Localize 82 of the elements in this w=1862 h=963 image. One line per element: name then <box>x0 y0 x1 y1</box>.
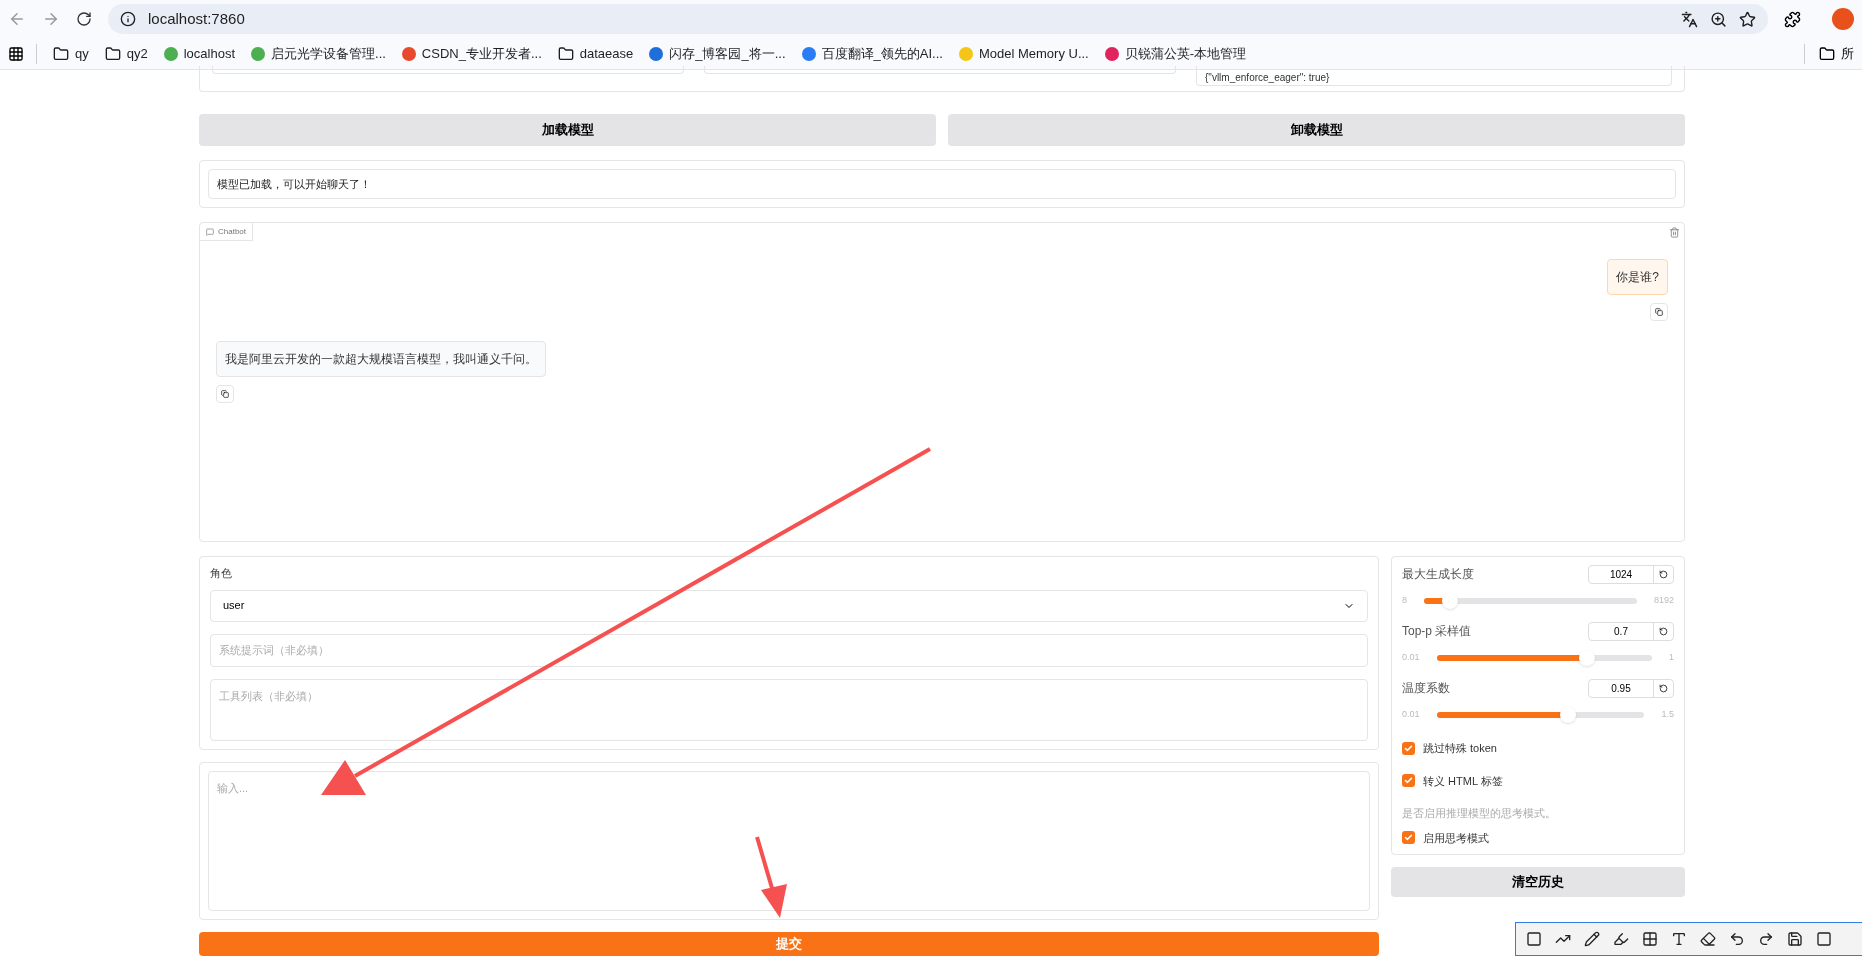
reset-icon <box>1659 570 1668 579</box>
folder-icon <box>53 45 69 62</box>
bookmark-item[interactable]: qy <box>45 43 97 64</box>
tools-field[interactable]: 工具列表（非必填） <box>210 678 1368 741</box>
reset-icon <box>1659 627 1668 636</box>
forward-icon[interactable] <box>42 10 60 28</box>
info-icon <box>120 11 136 27</box>
bookmark-item[interactable]: localhost <box>155 43 243 64</box>
reset-icon <box>1659 684 1668 693</box>
bookmark-item[interactable]: 贝锐蒲公英-本地管理 <box>1096 43 1255 64</box>
info-text: 是否启用推理模型的思考模式。 <box>1402 806 1557 821</box>
bookmark-item[interactable]: 所 <box>1841 43 1854 64</box>
star-icon[interactable] <box>1739 10 1756 28</box>
message-field[interactable]: 输入... <box>208 770 1370 911</box>
bookmark-item[interactable]: CSDN_专业开发者... <box>393 43 550 64</box>
checkbox[interactable] <box>1402 831 1415 845</box>
back-icon[interactable] <box>8 10 26 28</box>
bookmark-item[interactable]: Model Memory U... <box>950 43 1097 64</box>
config-field[interactable]: {"vllm_enforce_eager": true} <box>1196 66 1672 86</box>
role-label: 角色 <box>210 566 233 581</box>
folder-icon <box>1819 45 1835 62</box>
checkbox-option[interactable]: 启用思考模式 <box>1402 829 1674 846</box>
clear-history-button[interactable]: 清空历史 <box>1391 867 1685 897</box>
pencil-icon[interactable] <box>1584 931 1600 947</box>
slider-min: 8 <box>1402 594 1407 608</box>
extensions-icon[interactable] <box>1784 10 1801 28</box>
copy-icon <box>221 390 229 398</box>
slider-thumb[interactable] <box>1559 707 1576 723</box>
chatbot-label-text: Chatbot <box>218 225 247 238</box>
profile-avatar[interactable] <box>1832 8 1854 30</box>
number-field[interactable]: 1024 <box>1588 565 1674 584</box>
copy-icon <box>1655 308 1663 316</box>
chat-message: 你是谁? <box>1607 259 1668 295</box>
model-button[interactable]: 卸载模型 <box>948 114 1685 146</box>
slider-thumb[interactable] <box>1442 593 1459 609</box>
number-field[interactable]: 0.95 <box>1588 679 1674 698</box>
eraser-icon[interactable] <box>1700 931 1716 947</box>
bookmark-item[interactable]: dataease <box>549 43 642 64</box>
redo-icon[interactable] <box>1758 931 1774 947</box>
checkbox[interactable] <box>1402 741 1415 755</box>
delete-icon[interactable] <box>1669 227 1680 238</box>
chat-message: 我是阿里云开发的一款超大规模语言模型，我叫通义千问。 <box>216 341 546 377</box>
slider-min: 0.01 <box>1402 708 1420 722</box>
number-field[interactable]: 0.7 <box>1588 622 1674 641</box>
zoom-icon[interactable] <box>1710 10 1727 28</box>
save-icon[interactable] <box>1787 931 1803 947</box>
translate-icon[interactable] <box>1681 10 1698 28</box>
checkbox[interactable] <box>1402 774 1415 788</box>
slider-max: 1 <box>1669 651 1674 665</box>
copy-button[interactable] <box>1650 303 1668 321</box>
slider-max: 8192 <box>1653 594 1674 608</box>
folder-icon <box>557 45 574 62</box>
reload-icon[interactable] <box>76 11 92 27</box>
slider-thumb[interactable] <box>1578 650 1595 666</box>
bookmark-item[interactable]: 闪存_博客园_将一... <box>641 43 794 64</box>
marker-icon[interactable] <box>1613 931 1629 947</box>
chat-icon <box>206 227 214 236</box>
slider-label: 温度系数 <box>1402 680 1450 697</box>
bookmark-item[interactable]: 启元光学设备管理... <box>243 43 394 64</box>
slider-min: 0.01 <box>1402 651 1420 665</box>
address-bar[interactable]: localhost:7860 <box>108 4 1768 34</box>
slider-label: Top-p 采样值 <box>1402 623 1472 640</box>
mosaic-icon[interactable] <box>1642 931 1658 947</box>
slider-label: 最大生成长度 <box>1402 566 1474 583</box>
bookmark-item[interactable]: 百度翻译_领先的AI... <box>793 43 951 64</box>
square-icon[interactable] <box>1816 931 1832 947</box>
checkbox-option[interactable]: 转义 HTML 标签 <box>1402 772 1674 789</box>
role-dropdown[interactable]: user <box>210 589 1368 622</box>
apps-icon[interactable] <box>8 45 24 62</box>
shape-icon[interactable] <box>1526 931 1542 947</box>
bookmark-item[interactable]: qy2 <box>96 43 156 64</box>
system-prompt-field[interactable]: 系统提示词（非必填） <box>211 634 1367 666</box>
model-button[interactable]: 加载模型 <box>199 114 936 146</box>
text-field[interactable] <box>212 66 684 74</box>
copy-button[interactable] <box>216 385 234 403</box>
slider-max: 1.5 <box>1661 708 1674 722</box>
status-field[interactable]: 模型已加载，可以开始聊天了！ <box>208 169 1676 199</box>
text-icon[interactable] <box>1671 931 1687 947</box>
checkbox-option[interactable]: 跳过特殊 token <box>1402 740 1674 757</box>
text-field[interactable] <box>704 66 1176 74</box>
folder-icon <box>104 45 121 62</box>
undo-icon[interactable] <box>1729 931 1745 947</box>
